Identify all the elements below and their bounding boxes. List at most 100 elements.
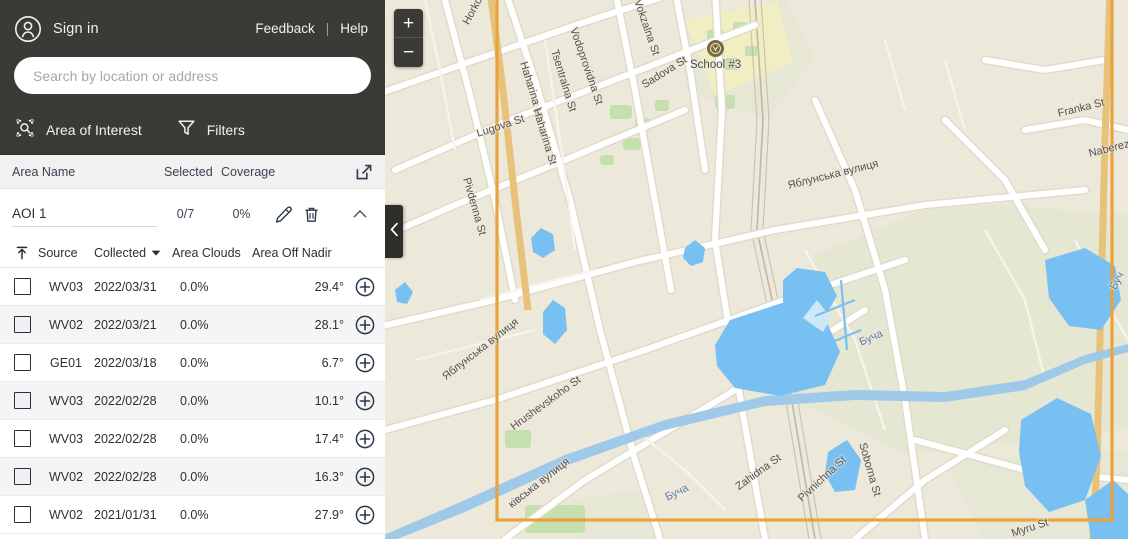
checkbox-unchecked-icon[interactable] <box>13 430 31 447</box>
add-circle-icon[interactable] <box>344 353 385 373</box>
cell-area-off-nadir: 10.1° <box>314 393 344 408</box>
search-input[interactable] <box>14 57 371 94</box>
caret-down-icon <box>151 246 161 260</box>
table-row[interactable]: WV02 2021/01/31 0.0% 27.9° <box>0 496 385 534</box>
add-circle-icon[interactable] <box>344 505 385 525</box>
cell-area-clouds: 0.0% <box>180 279 209 294</box>
external-link-icon[interactable] <box>355 163 373 181</box>
add-circle-icon[interactable] <box>344 467 385 487</box>
cell-area-off-nadir: 28.1° <box>314 317 344 332</box>
cell-collected: 2022/02/28 <box>94 469 157 484</box>
cell-area-clouds: 0.0% <box>180 507 209 522</box>
cell-area-clouds: 0.0% <box>180 469 209 484</box>
chevron-left-icon <box>389 222 400 242</box>
map-zoom-controls: + − <box>394 9 423 67</box>
checkbox-unchecked-icon[interactable] <box>13 354 31 371</box>
top-bar: Sign in Feedback | Help <box>0 0 385 57</box>
checkbox-unchecked-icon[interactable] <box>13 468 31 485</box>
cell-area-clouds: 0.0% <box>180 317 209 332</box>
table-row[interactable]: GE01 2022/03/18 0.0% 6.7° <box>0 344 385 382</box>
add-circle-icon[interactable] <box>344 429 385 449</box>
scenes-list: WV03 2022/03/31 0.0% 29.4° WV02 2022/03/21 0.0… <box>0 268 385 539</box>
cell-source: GE01 <box>50 355 82 370</box>
cell-area-off-nadir: 27.9° <box>314 507 344 522</box>
row-checkbox-cell[interactable] <box>6 316 38 333</box>
aoi-selected-count: 0/7 <box>176 207 195 221</box>
row-checkbox-cell[interactable] <box>6 354 38 371</box>
table-row[interactable]: WV03 2022/02/28 0.0% 10.1° <box>0 382 385 420</box>
column-header-area-name: Area Name <box>12 164 76 179</box>
area-of-interest-label: Area of Interest <box>46 122 142 138</box>
column-header-area-off-nadir[interactable]: Area Off Nadir <box>252 246 385 260</box>
tools-row: Area of Interest Filters <box>0 106 385 155</box>
map-canvas <box>385 0 1128 539</box>
application-root: Sign in Feedback | Help Search by locati… <box>0 0 1128 539</box>
cell-area-off-nadir: 17.4° <box>314 431 344 446</box>
add-circle-icon[interactable] <box>344 315 385 335</box>
aoi-row: AOI 1 0/7 0% <box>0 189 385 239</box>
cell-collected: 2022/03/21 <box>94 317 157 332</box>
funnel-icon <box>176 117 197 143</box>
map-viewport[interactable]: Horkoho StVodoprovidna StVokzalna StTsen… <box>385 0 1128 539</box>
column-header-collected[interactable]: Collected <box>94 246 172 260</box>
cell-source: WV03 <box>48 393 84 408</box>
filters-label: Filters <box>206 122 245 138</box>
top-bar-links: Feedback | Help <box>255 21 368 36</box>
column-header-area-clouds[interactable]: Area Clouds <box>172 246 252 260</box>
column-header-source[interactable]: Source <box>38 246 94 260</box>
table-row[interactable]: WV02 2022/03/21 0.0% 28.1° <box>0 306 385 344</box>
left-sidebar-panel: Sign in Feedback | Help Search by locati… <box>0 0 385 539</box>
cell-collected: 2022/03/31 <box>94 279 157 294</box>
cell-area-off-nadir: 16.3° <box>314 469 344 484</box>
sign-in-label: Sign in <box>53 20 99 37</box>
row-checkbox-cell[interactable] <box>6 506 38 523</box>
row-checkbox-cell[interactable] <box>6 430 38 447</box>
table-row[interactable]: WV03 2022/03/31 0.0% 29.4° <box>0 268 385 306</box>
cell-source: WV03 <box>48 279 84 294</box>
scenes-column-headers: Source Collected Area Clouds Area Off Na… <box>0 239 385 268</box>
row-checkbox-cell[interactable] <box>6 468 38 485</box>
cell-area-clouds: 0.0% <box>180 431 209 446</box>
feedback-link[interactable]: Feedback <box>255 21 314 36</box>
cell-collected: 2022/03/18 <box>94 355 157 370</box>
column-header-selected: Selected <box>164 164 213 179</box>
cell-source: WV03 <box>48 431 84 446</box>
cell-area-clouds: 0.0% <box>180 355 209 370</box>
cell-area-off-nadir: 29.4° <box>314 279 344 294</box>
cell-area-off-nadir: 6.7° <box>321 355 344 370</box>
row-checkbox-cell[interactable] <box>6 392 38 409</box>
pencil-icon[interactable] <box>269 205 297 224</box>
cell-area-clouds: 0.0% <box>180 393 209 408</box>
cell-collected: 2021/01/31 <box>94 507 157 522</box>
aoi-name-input[interactable]: AOI 1 <box>12 202 157 227</box>
checkbox-unchecked-icon[interactable] <box>13 278 31 295</box>
help-link[interactable]: Help <box>340 21 368 36</box>
checkbox-unchecked-icon[interactable] <box>13 392 31 409</box>
checkbox-unchecked-icon[interactable] <box>13 316 31 333</box>
table-row[interactable]: WV02 2022/02/28 0.0% 16.3° <box>0 458 385 496</box>
cell-source: WV02 <box>48 469 84 484</box>
area-of-interest-icon <box>14 117 36 144</box>
aoi-coverage-value: 0% <box>232 207 251 221</box>
zoom-in-button[interactable]: + <box>394 9 423 38</box>
sign-in-button[interactable]: Sign in <box>14 15 99 43</box>
add-circle-icon[interactable] <box>344 277 385 297</box>
collapse-panel-button[interactable] <box>385 205 403 258</box>
row-checkbox-cell[interactable] <box>6 278 38 295</box>
area-of-interest-button[interactable]: Area of Interest <box>14 117 142 144</box>
column-header-collected-label: Collected <box>94 246 147 260</box>
trash-icon[interactable] <box>297 205 325 224</box>
topbar-divider: | <box>325 21 330 36</box>
add-circle-icon[interactable] <box>344 391 385 411</box>
filters-button[interactable]: Filters <box>176 117 245 143</box>
chevron-up-icon[interactable] <box>347 205 373 223</box>
search-container <box>0 57 385 106</box>
aoi-table-header: Area Name Selected Coverage <box>0 155 385 189</box>
cell-source: WV02 <box>48 317 84 332</box>
column-header-coverage: Coverage <box>221 164 276 179</box>
user-circle-icon <box>14 15 42 43</box>
zoom-out-button[interactable]: − <box>394 38 423 67</box>
table-row[interactable]: WV03 2022/02/28 0.0% 17.4° <box>0 420 385 458</box>
checkbox-unchecked-icon[interactable] <box>13 506 31 523</box>
sort-ascending-icon[interactable] <box>6 245 38 261</box>
